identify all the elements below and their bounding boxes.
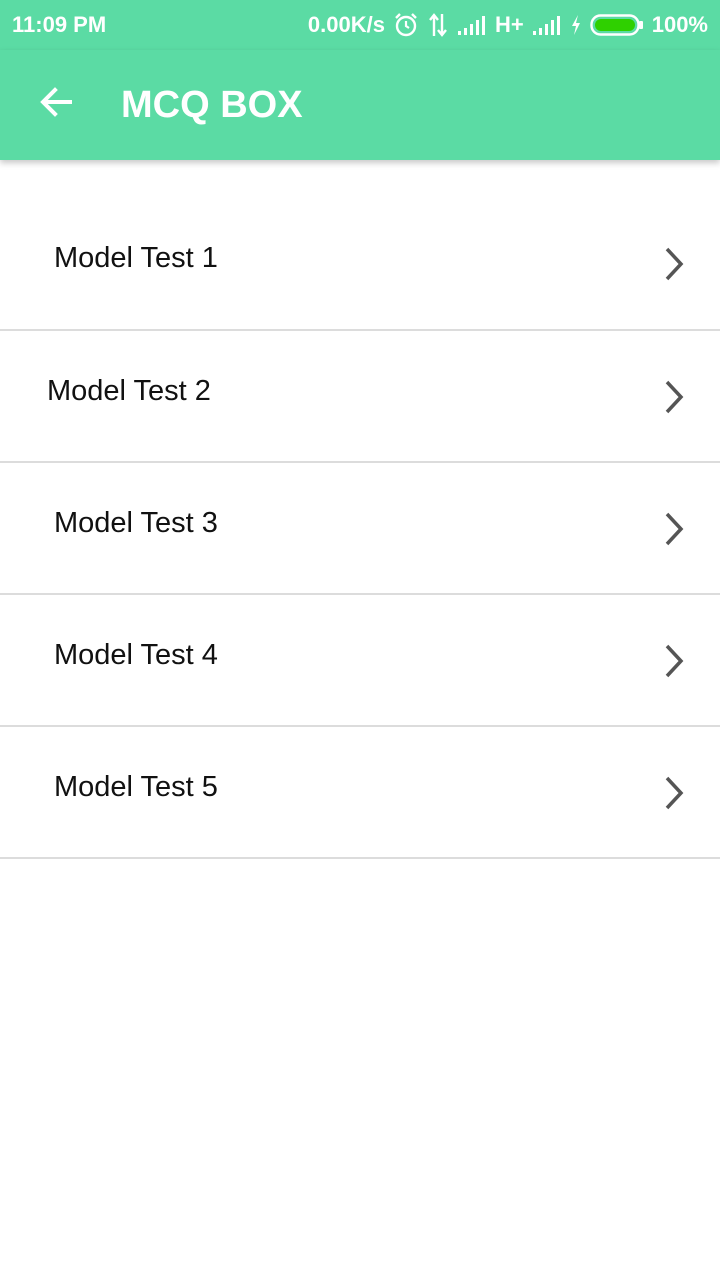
status-bar: 11:09 PM 0.00K/s H+ 100% [0, 0, 720, 50]
network-type: H+ [494, 12, 524, 37]
signal-icon [457, 14, 487, 36]
list-item-label: Model Test 4 [54, 639, 218, 671]
charging-icon [570, 14, 582, 36]
alarm-icon [393, 12, 419, 38]
status-icons: 0.00K/s H+ 100% [308, 12, 708, 38]
chevron-right-icon [660, 775, 688, 811]
network-speed: 0.00K/s [307, 12, 385, 37]
list-item-model-test-2[interactable]: Model Test 2 [0, 331, 720, 463]
battery-icon [590, 13, 644, 37]
chevron-right-icon [660, 643, 688, 679]
app-bar: MCQ BOX [0, 50, 720, 160]
list-item-label: Model Test 2 [47, 375, 211, 407]
list-item-model-test-4[interactable]: Model Test 4 [0, 595, 720, 727]
page-title: MCQ BOX [121, 84, 303, 126]
chevron-right-icon [660, 246, 688, 282]
list-item-model-test-1[interactable]: Model Test 1 [0, 198, 720, 331]
arrow-back-icon [38, 84, 74, 125]
list-item-label: Model Test 3 [54, 507, 218, 539]
list-item-model-test-5[interactable]: Model Test 5 [0, 727, 720, 859]
data-transfer-icon [427, 12, 449, 38]
status-time: 11:09 PM [12, 12, 107, 37]
list-item-model-test-3[interactable]: Model Test 3 [0, 463, 720, 595]
list-item-label: Model Test 1 [54, 242, 218, 274]
list-item-label: Model Test 5 [54, 771, 218, 803]
back-button[interactable] [24, 72, 88, 136]
signal-icon [532, 14, 562, 36]
chevron-right-icon [660, 379, 688, 415]
model-test-list: Model Test 1 Model Test 2 Model Test 3 M… [0, 198, 720, 859]
chevron-right-icon [660, 511, 688, 547]
battery-level: 100% [651, 12, 708, 37]
